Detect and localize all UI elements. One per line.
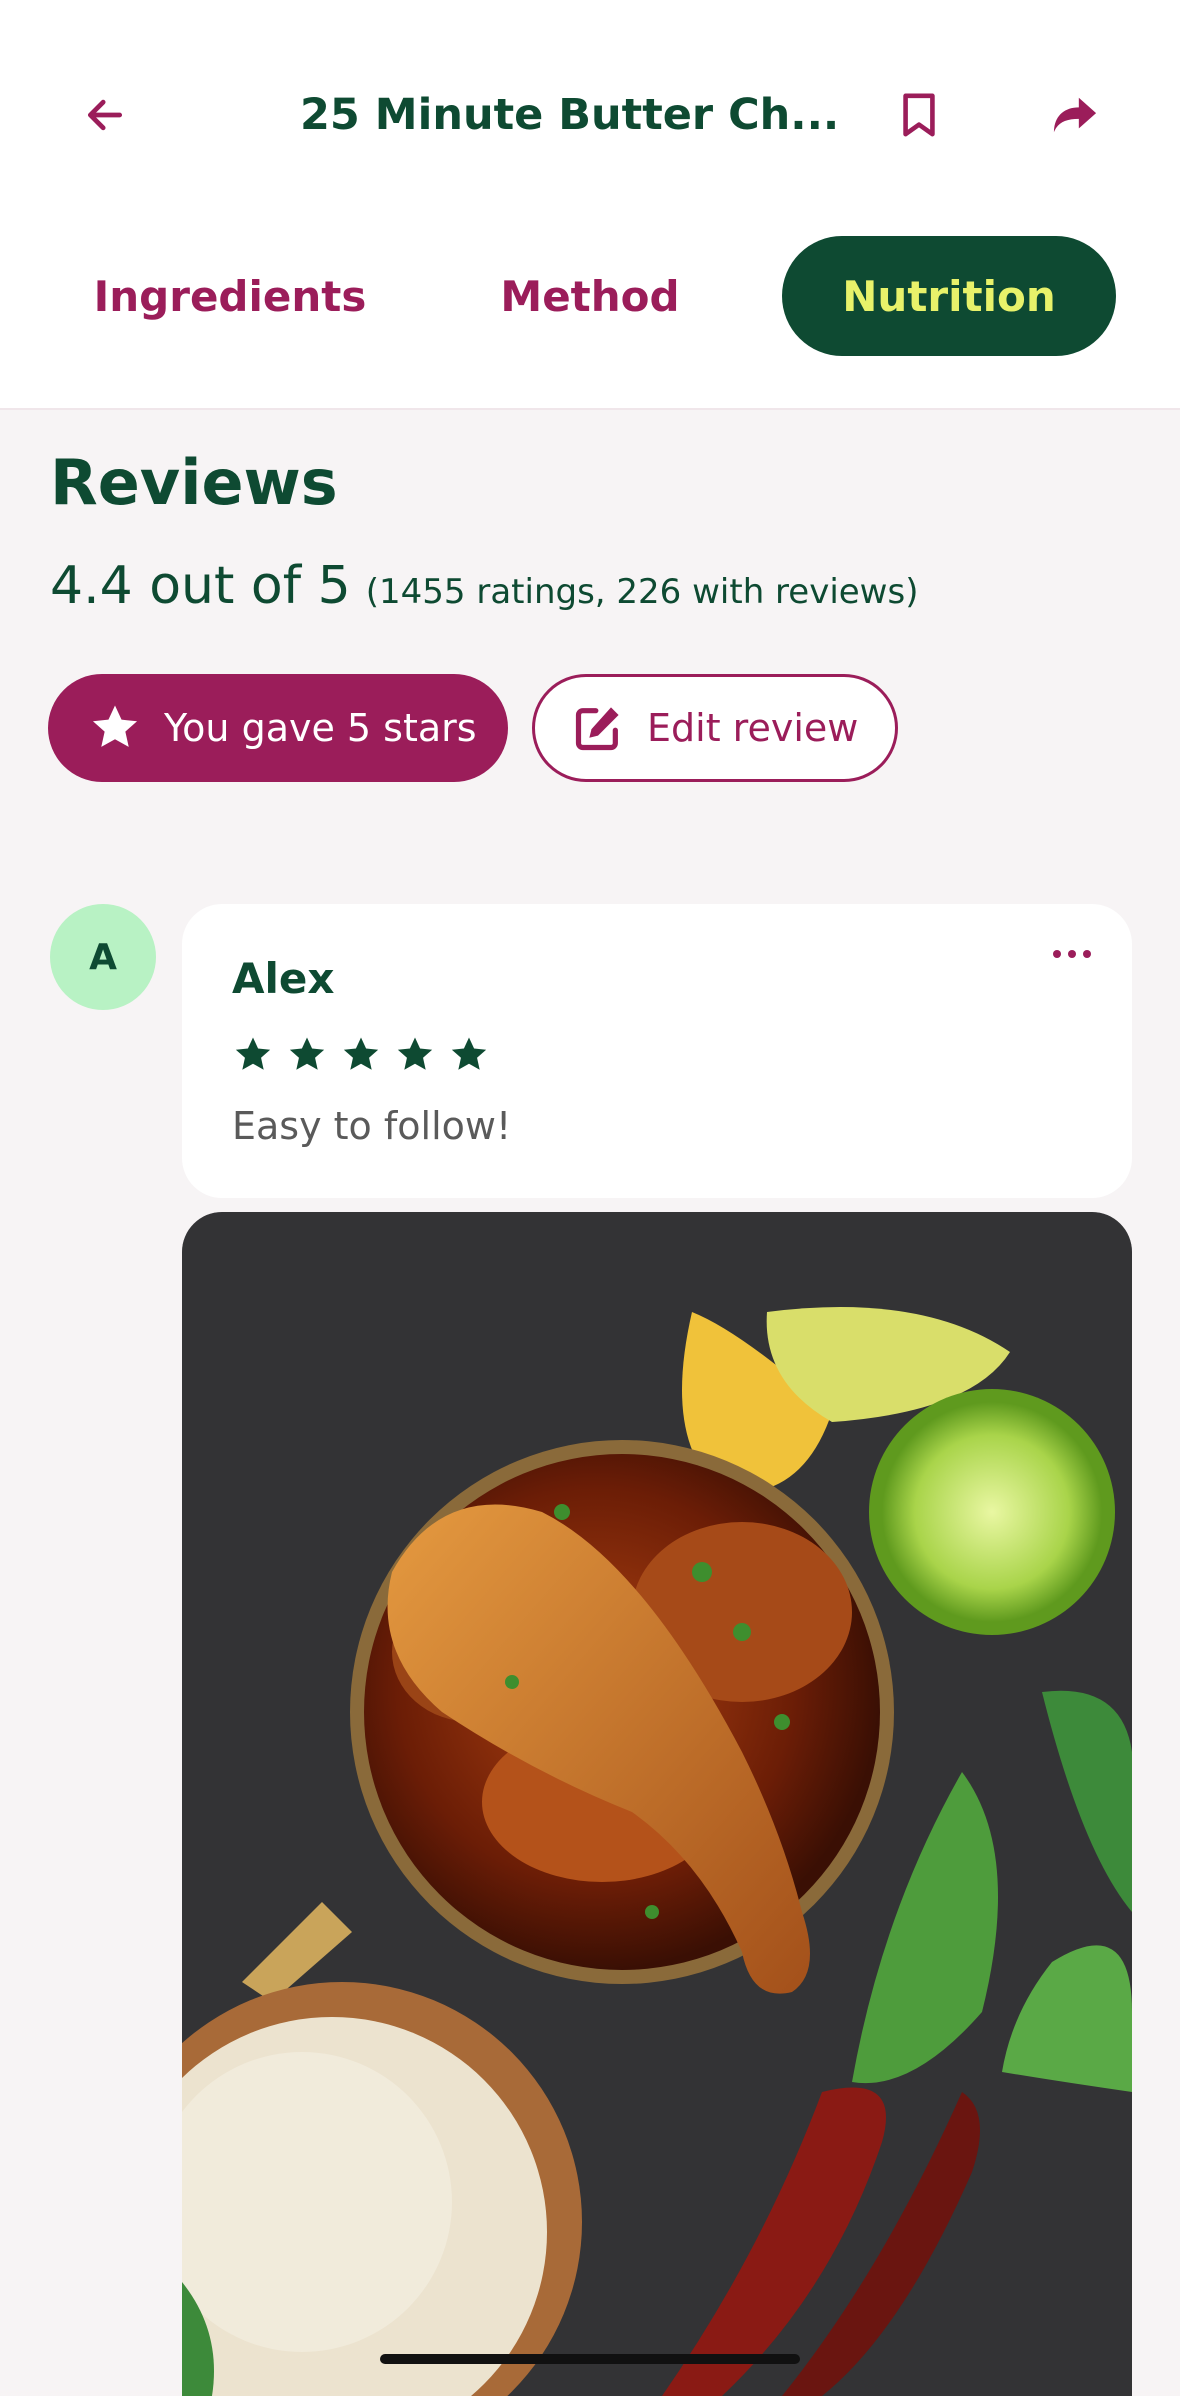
rating-count: (1455 ratings, 226 with reviews) [365, 572, 919, 612]
bookmark-button[interactable] [884, 80, 954, 150]
share-icon [1053, 97, 1097, 133]
tab-nutrition[interactable]: Nutrition [782, 236, 1116, 356]
your-rating-button[interactable]: You gave 5 stars [48, 674, 508, 782]
app-header: 25 Minute Butter Ch... Ingredients Metho… [0, 0, 1180, 410]
review-stars [232, 1034, 490, 1076]
back-button[interactable] [70, 80, 140, 150]
dish-photo-image [182, 1212, 1132, 2396]
rating-score: 4.4 out of 5 [50, 556, 351, 616]
star-icon [235, 1037, 271, 1070]
edit-review-label: Edit review [647, 706, 859, 750]
bookmark-icon [903, 93, 935, 137]
page-title: 25 Minute Butter Ch... [300, 90, 840, 140]
tab-ingredients[interactable]: Ingredients [70, 236, 390, 356]
review-comment: Easy to follow! [232, 1104, 512, 1148]
star-icon [343, 1037, 379, 1070]
star-icon [451, 1037, 487, 1070]
rating-summary: 4.4 out of 5 (1455 ratings, 226 with rev… [50, 556, 918, 616]
reviews-heading: Reviews [50, 446, 338, 519]
review-card: Alex Easy to follow! [182, 904, 1132, 1198]
star-icon [289, 1037, 325, 1070]
arrow-left-icon [87, 99, 123, 131]
reviewer-name: Alex [232, 954, 335, 1003]
more-options-button[interactable] [1042, 934, 1102, 974]
edit-icon [571, 701, 625, 755]
edit-review-button[interactable]: Edit review [532, 674, 898, 782]
tab-method[interactable]: Method [470, 236, 710, 356]
avatar: A [50, 904, 156, 1010]
more-icon [1053, 950, 1091, 958]
review-photo[interactable] [182, 1212, 1132, 2396]
home-indicator [380, 2354, 800, 2364]
share-button[interactable] [1040, 80, 1110, 150]
recipe-tabs: Ingredients Method Nutrition [0, 236, 1180, 356]
your-rating-label: You gave 5 stars [164, 706, 477, 750]
star-icon [88, 701, 142, 755]
star-icon [397, 1037, 433, 1070]
